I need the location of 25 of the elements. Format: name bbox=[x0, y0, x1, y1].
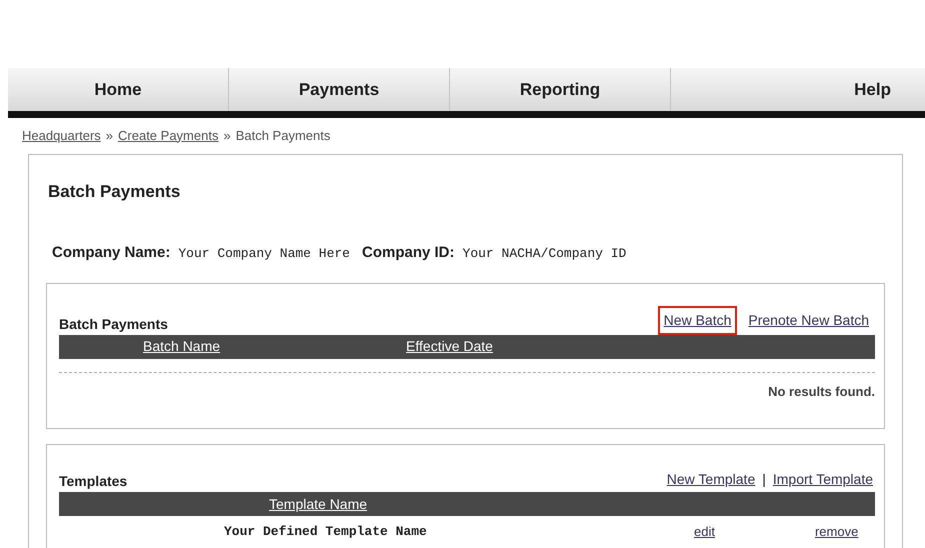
page-title: Batch Payments bbox=[48, 180, 182, 202]
section-title: Templates bbox=[59, 472, 128, 491]
column-header[interactable]: Effective Date bbox=[406, 336, 493, 357]
nav-tab[interactable]: Home bbox=[8, 68, 229, 110]
column-header[interactable]: Template Name bbox=[269, 494, 368, 514]
nav-tab[interactable]: Reporting bbox=[450, 68, 671, 110]
action-link[interactable]: Import Template bbox=[770, 467, 875, 492]
link-separator: | bbox=[762, 470, 766, 489]
breadcrumb-link[interactable]: Create Payments bbox=[118, 128, 218, 142]
action-link[interactable]: New Template bbox=[664, 467, 758, 492]
breadcrumb-separator: » bbox=[106, 128, 114, 142]
section-title: Batch Payments bbox=[59, 314, 168, 334]
empty-message: No results found. bbox=[767, 382, 875, 400]
template-name: Your Defined Template Name bbox=[224, 523, 428, 541]
breadcrumb-current: Batch Payments bbox=[236, 128, 330, 142]
action-link[interactable]: edit bbox=[694, 522, 715, 542]
breadcrumb-link[interactable]: Headquarters bbox=[22, 128, 101, 142]
action-link[interactable]: Prenote New Batch bbox=[742, 306, 875, 334]
breadcrumb-separator: » bbox=[223, 128, 231, 142]
action-link[interactable]: New Batch bbox=[658, 306, 738, 334]
action-link[interactable]: remove bbox=[814, 522, 858, 542]
nav-tab[interactable]: Help bbox=[671, 68, 925, 110]
nav-tab[interactable]: Payments bbox=[229, 68, 450, 110]
column-header[interactable]: Batch Name bbox=[143, 336, 220, 357]
company-info: Company Name: Your Company Name Here Company ID: Your NACHA/Company ID bbox=[52, 243, 628, 263]
